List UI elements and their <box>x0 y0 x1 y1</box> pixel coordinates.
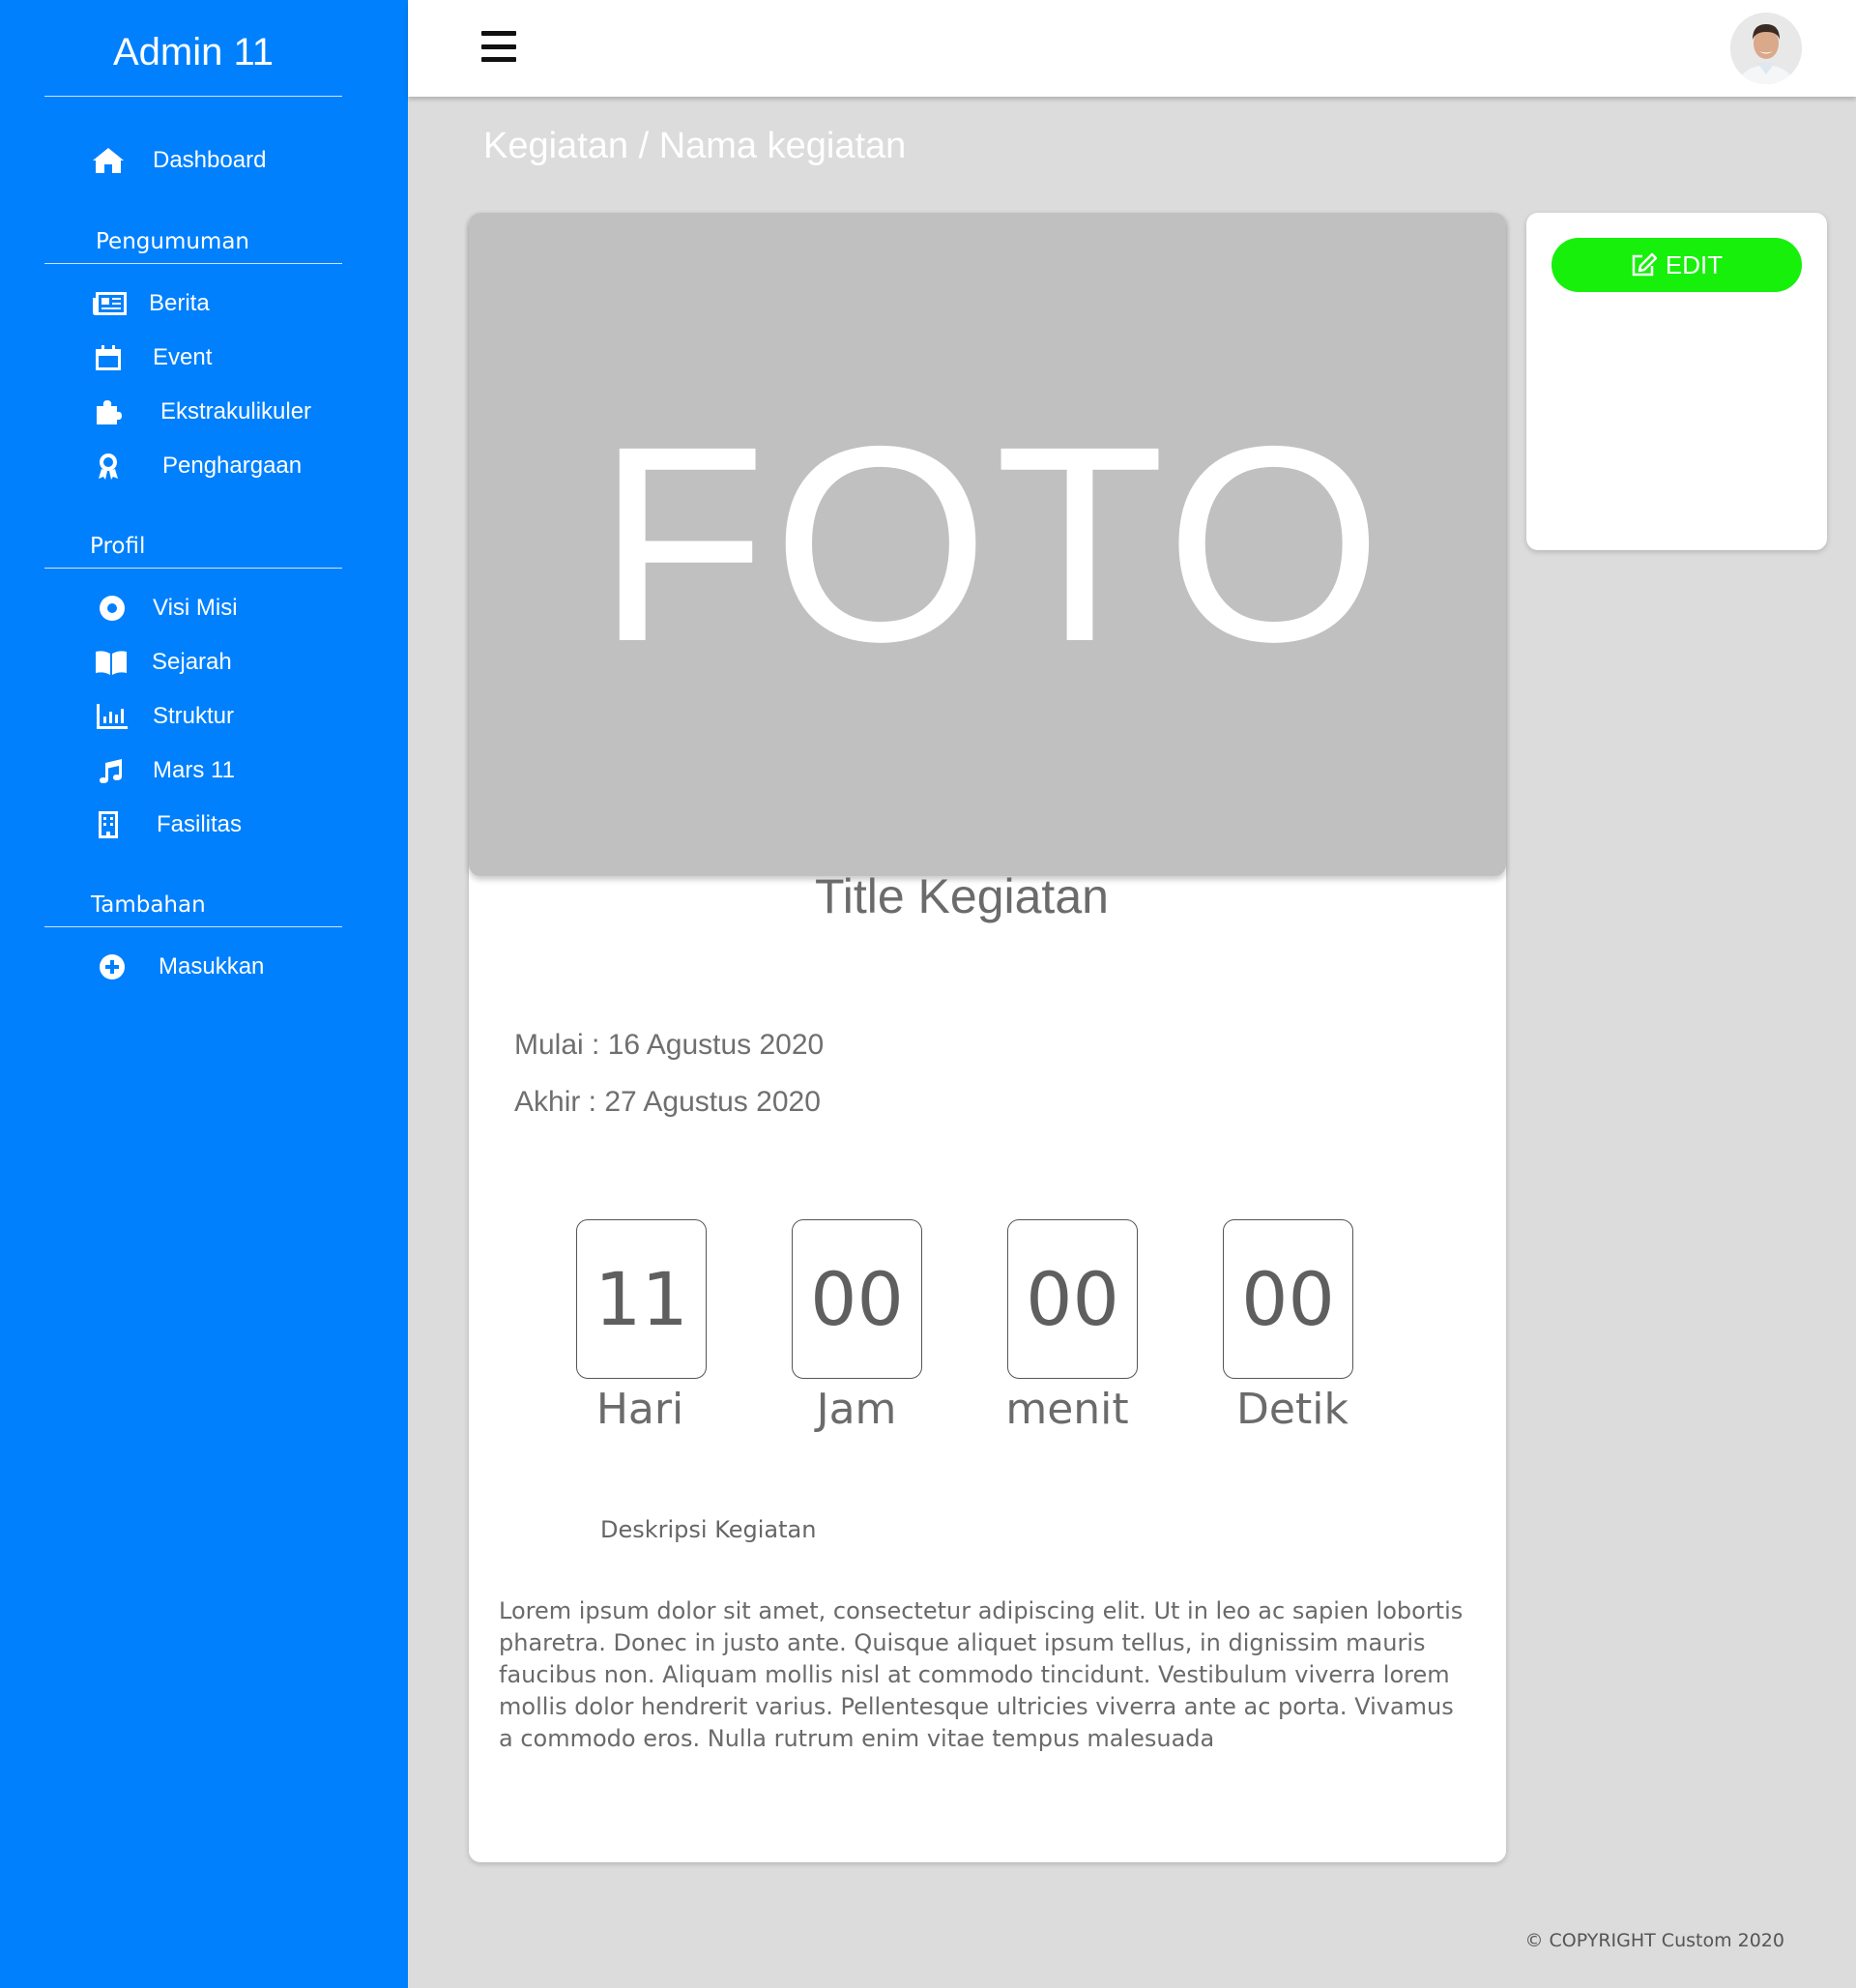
sidebar-item-event[interactable]: Event <box>89 333 212 383</box>
countdown-days-label: Hari <box>595 1385 684 1434</box>
sidebar-item-berita[interactable]: Berita <box>91 278 210 329</box>
sidebar-item-label: Dashboard <box>153 147 267 173</box>
section-pengumuman: Pengumuman <box>44 219 342 264</box>
activity-photo: FOTO <box>469 213 1506 876</box>
sidebar-item-label: Struktur <box>153 703 235 729</box>
action-card: EDIT <box>1526 213 1827 550</box>
award-icon <box>89 447 128 485</box>
calendar-icon <box>89 338 128 377</box>
edit-button-label: EDIT <box>1665 249 1724 279</box>
sidebar-item-label: Masukkan <box>159 953 265 979</box>
footer-copyright: © COPYRIGHT Custom 2020 <box>1524 1930 1784 1951</box>
sidebar-item-label: Ekstrakulikuler <box>160 398 312 424</box>
countdown-hours-label: Jam <box>816 1385 897 1434</box>
countdown-seconds-value: 00 <box>1223 1219 1353 1379</box>
description-text: Lorem ipsum dolor sit amet, consectetur … <box>499 1597 1464 1752</box>
dot-circle-icon <box>93 589 131 628</box>
section-tambahan: Tambahan <box>44 883 342 927</box>
sidebar-item-dashboard[interactable]: Dashboard <box>89 135 266 186</box>
topbar <box>408 0 1856 97</box>
building-icon <box>89 805 128 844</box>
home-icon <box>89 141 128 180</box>
section-profil: Profil <box>44 524 342 569</box>
sidebar-item-label: Sejarah <box>152 649 232 675</box>
sidebar-item-sejarah[interactable]: Sejarah <box>92 637 232 687</box>
activity-end-date: Akhir : 27 Agustus 2020 <box>514 1086 821 1118</box>
edit-icon <box>1632 252 1658 277</box>
sidebar-item-visi-misi[interactable]: Visi Misi <box>93 583 238 633</box>
sidebar: Admin 11 Dashboard Pengumuman Berita Eve… <box>0 0 408 1988</box>
edit-button[interactable]: EDIT <box>1552 238 1802 292</box>
sidebar-item-label: Penghargaan <box>162 453 303 479</box>
sidebar-item-label: Mars 11 <box>153 757 235 783</box>
music-icon <box>91 751 130 790</box>
brand-title: Admin 11 <box>44 0 342 97</box>
sidebar-item-mars-11[interactable]: Mars 11 <box>91 746 235 796</box>
hamburger-icon[interactable] <box>481 31 516 62</box>
sidebar-item-label: Fasilitas <box>157 811 243 837</box>
sidebar-item-penghargaan[interactable]: Penghargaan <box>89 441 302 491</box>
sidebar-item-label: Event <box>153 344 213 370</box>
countdown-days-value: 11 <box>576 1219 707 1379</box>
sidebar-item-ekstrakulikuler[interactable]: Ekstrakulikuler <box>89 387 311 437</box>
sidebar-item-label: Visi Misi <box>153 595 238 621</box>
photo-placeholder-text: FOTO <box>596 388 1388 700</box>
sidebar-item-struktur[interactable]: Struktur <box>93 691 234 742</box>
description-title: Deskripsi Kegiatan <box>600 1516 817 1543</box>
activity-start-date: Mulai : 16 Agustus 2020 <box>514 1029 825 1061</box>
breadcrumb: Kegiatan / Nama kegiatan <box>483 126 907 166</box>
sidebar-item-fasilitas[interactable]: Fasilitas <box>89 800 242 850</box>
sidebar-item-masukkan[interactable]: Masukkan <box>93 942 264 992</box>
newspaper-icon <box>91 284 130 323</box>
puzzle-icon <box>89 393 128 431</box>
book-icon <box>92 643 130 682</box>
plus-circle-icon <box>93 948 131 986</box>
user-avatar[interactable] <box>1730 13 1802 84</box>
countdown-hours-value: 00 <box>792 1219 922 1379</box>
bar-chart-icon <box>93 697 131 736</box>
countdown-minutes-label: menit <box>1005 1385 1129 1434</box>
countdown-minutes-value: 00 <box>1007 1219 1138 1379</box>
activity-title: Title Kegiatan <box>815 869 1109 923</box>
sidebar-item-label: Berita <box>149 290 210 316</box>
countdown-seconds-label: Detik <box>1236 1385 1348 1434</box>
